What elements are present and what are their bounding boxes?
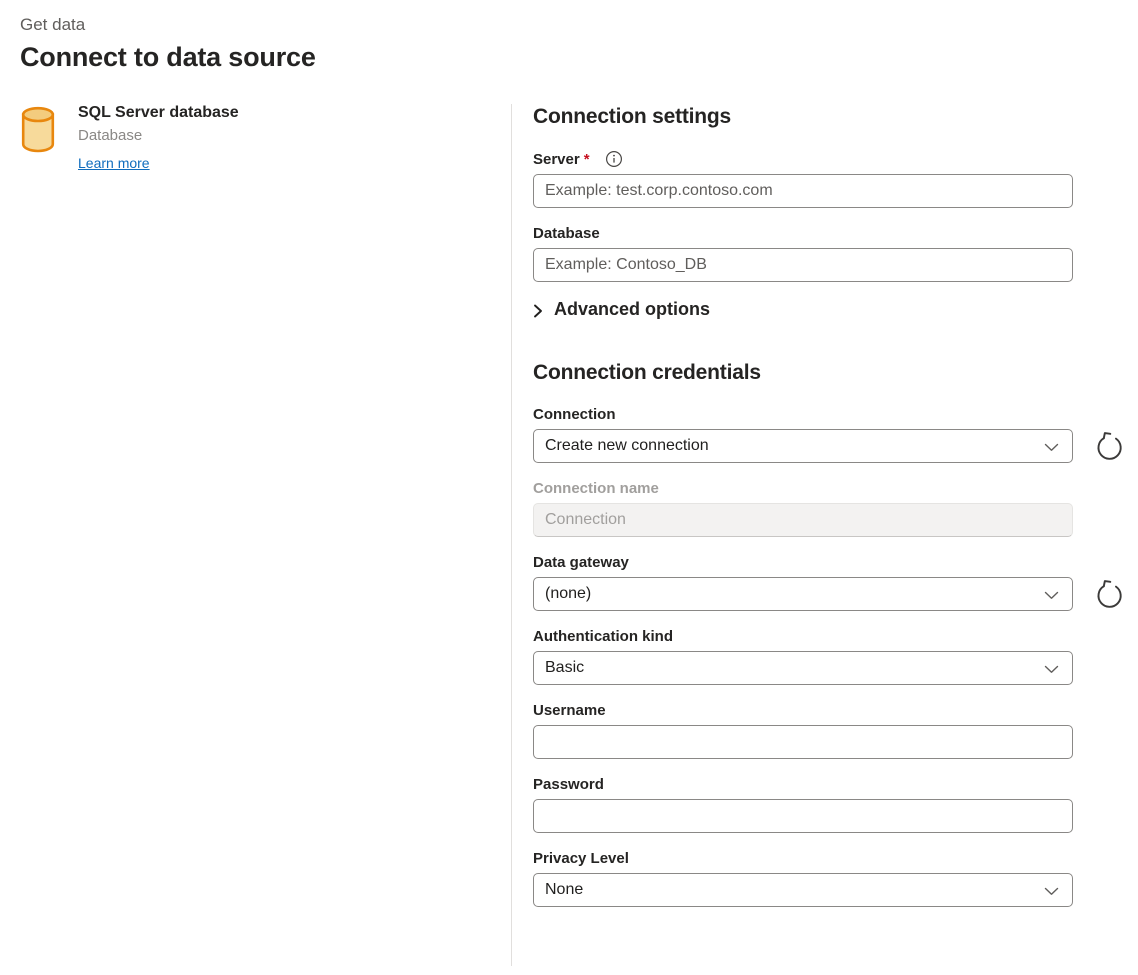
data-gateway-field-group: Data gateway (none) [533,554,1138,611]
chevron-down-icon [1044,591,1059,600]
server-input[interactable] [533,174,1073,208]
data-gateway-select[interactable]: (none) [533,577,1073,611]
connection-name-input [533,503,1073,537]
chevron-right-icon [533,303,543,319]
breadcrumb: Get data [20,15,1138,35]
connection-select[interactable]: Create new connection [533,429,1073,463]
privacy-level-select-value: None [545,881,1061,899]
advanced-options-toggle[interactable]: Advanced options [533,299,1138,320]
database-field-group: Database [533,225,1138,282]
chevron-down-icon [1044,887,1059,896]
connection-name-label: Connection name [533,480,659,497]
connection-select-value: Create new connection [545,437,1061,455]
connector-card: SQL Server database Database Learn more [20,104,511,173]
connector-type: Database [78,127,239,144]
refresh-connections-icon[interactable] [1094,431,1125,462]
username-field-group: Username [533,702,1138,759]
password-label: Password [533,776,604,793]
connection-field-group: Connection Create new connection [533,406,1138,463]
page-title: Connect to data source [20,42,1138,73]
data-gateway-select-value: (none) [545,585,1061,603]
connection-label: Connection [533,406,616,423]
username-label: Username [533,702,606,719]
connection-name-field-group: Connection name [533,480,1138,537]
connector-text: SQL Server database Database Learn more [78,104,239,173]
required-asterisk: * [584,151,590,168]
authentication-kind-select[interactable]: Basic [533,651,1073,685]
authentication-kind-label: Authentication kind [533,628,673,645]
learn-more-link[interactable]: Learn more [78,155,150,171]
refresh-gateways-icon[interactable] [1094,579,1125,610]
authentication-kind-select-value: Basic [545,659,1061,677]
chevron-down-icon [1044,665,1059,674]
chevron-down-icon [1044,443,1059,452]
server-label: Server [533,151,580,168]
server-field-group: Server * [533,150,1138,208]
connection-settings-heading: Connection settings [533,105,1138,129]
connection-form: Connection settings Server * [512,104,1138,966]
info-icon[interactable] [605,150,623,168]
database-label: Database [533,225,600,242]
privacy-level-label: Privacy Level [533,850,629,867]
password-input[interactable] [533,799,1073,833]
connector-panel: SQL Server database Database Learn more [20,104,511,966]
connector-name: SQL Server database [78,104,239,122]
connection-credentials-heading: Connection credentials [533,361,1138,385]
privacy-level-select[interactable]: None [533,873,1073,907]
username-input[interactable] [533,725,1073,759]
get-data-page: Get data Connect to data source SQL Serv… [0,0,1138,966]
advanced-options-label: Advanced options [554,299,710,320]
database-icon [20,106,57,173]
password-field-group: Password [533,776,1138,833]
data-gateway-label: Data gateway [533,554,629,571]
database-input[interactable] [533,248,1073,282]
privacy-level-field-group: Privacy Level None [533,850,1138,907]
main-layout: SQL Server database Database Learn more … [20,104,1138,966]
authentication-kind-field-group: Authentication kind Basic [533,628,1138,685]
